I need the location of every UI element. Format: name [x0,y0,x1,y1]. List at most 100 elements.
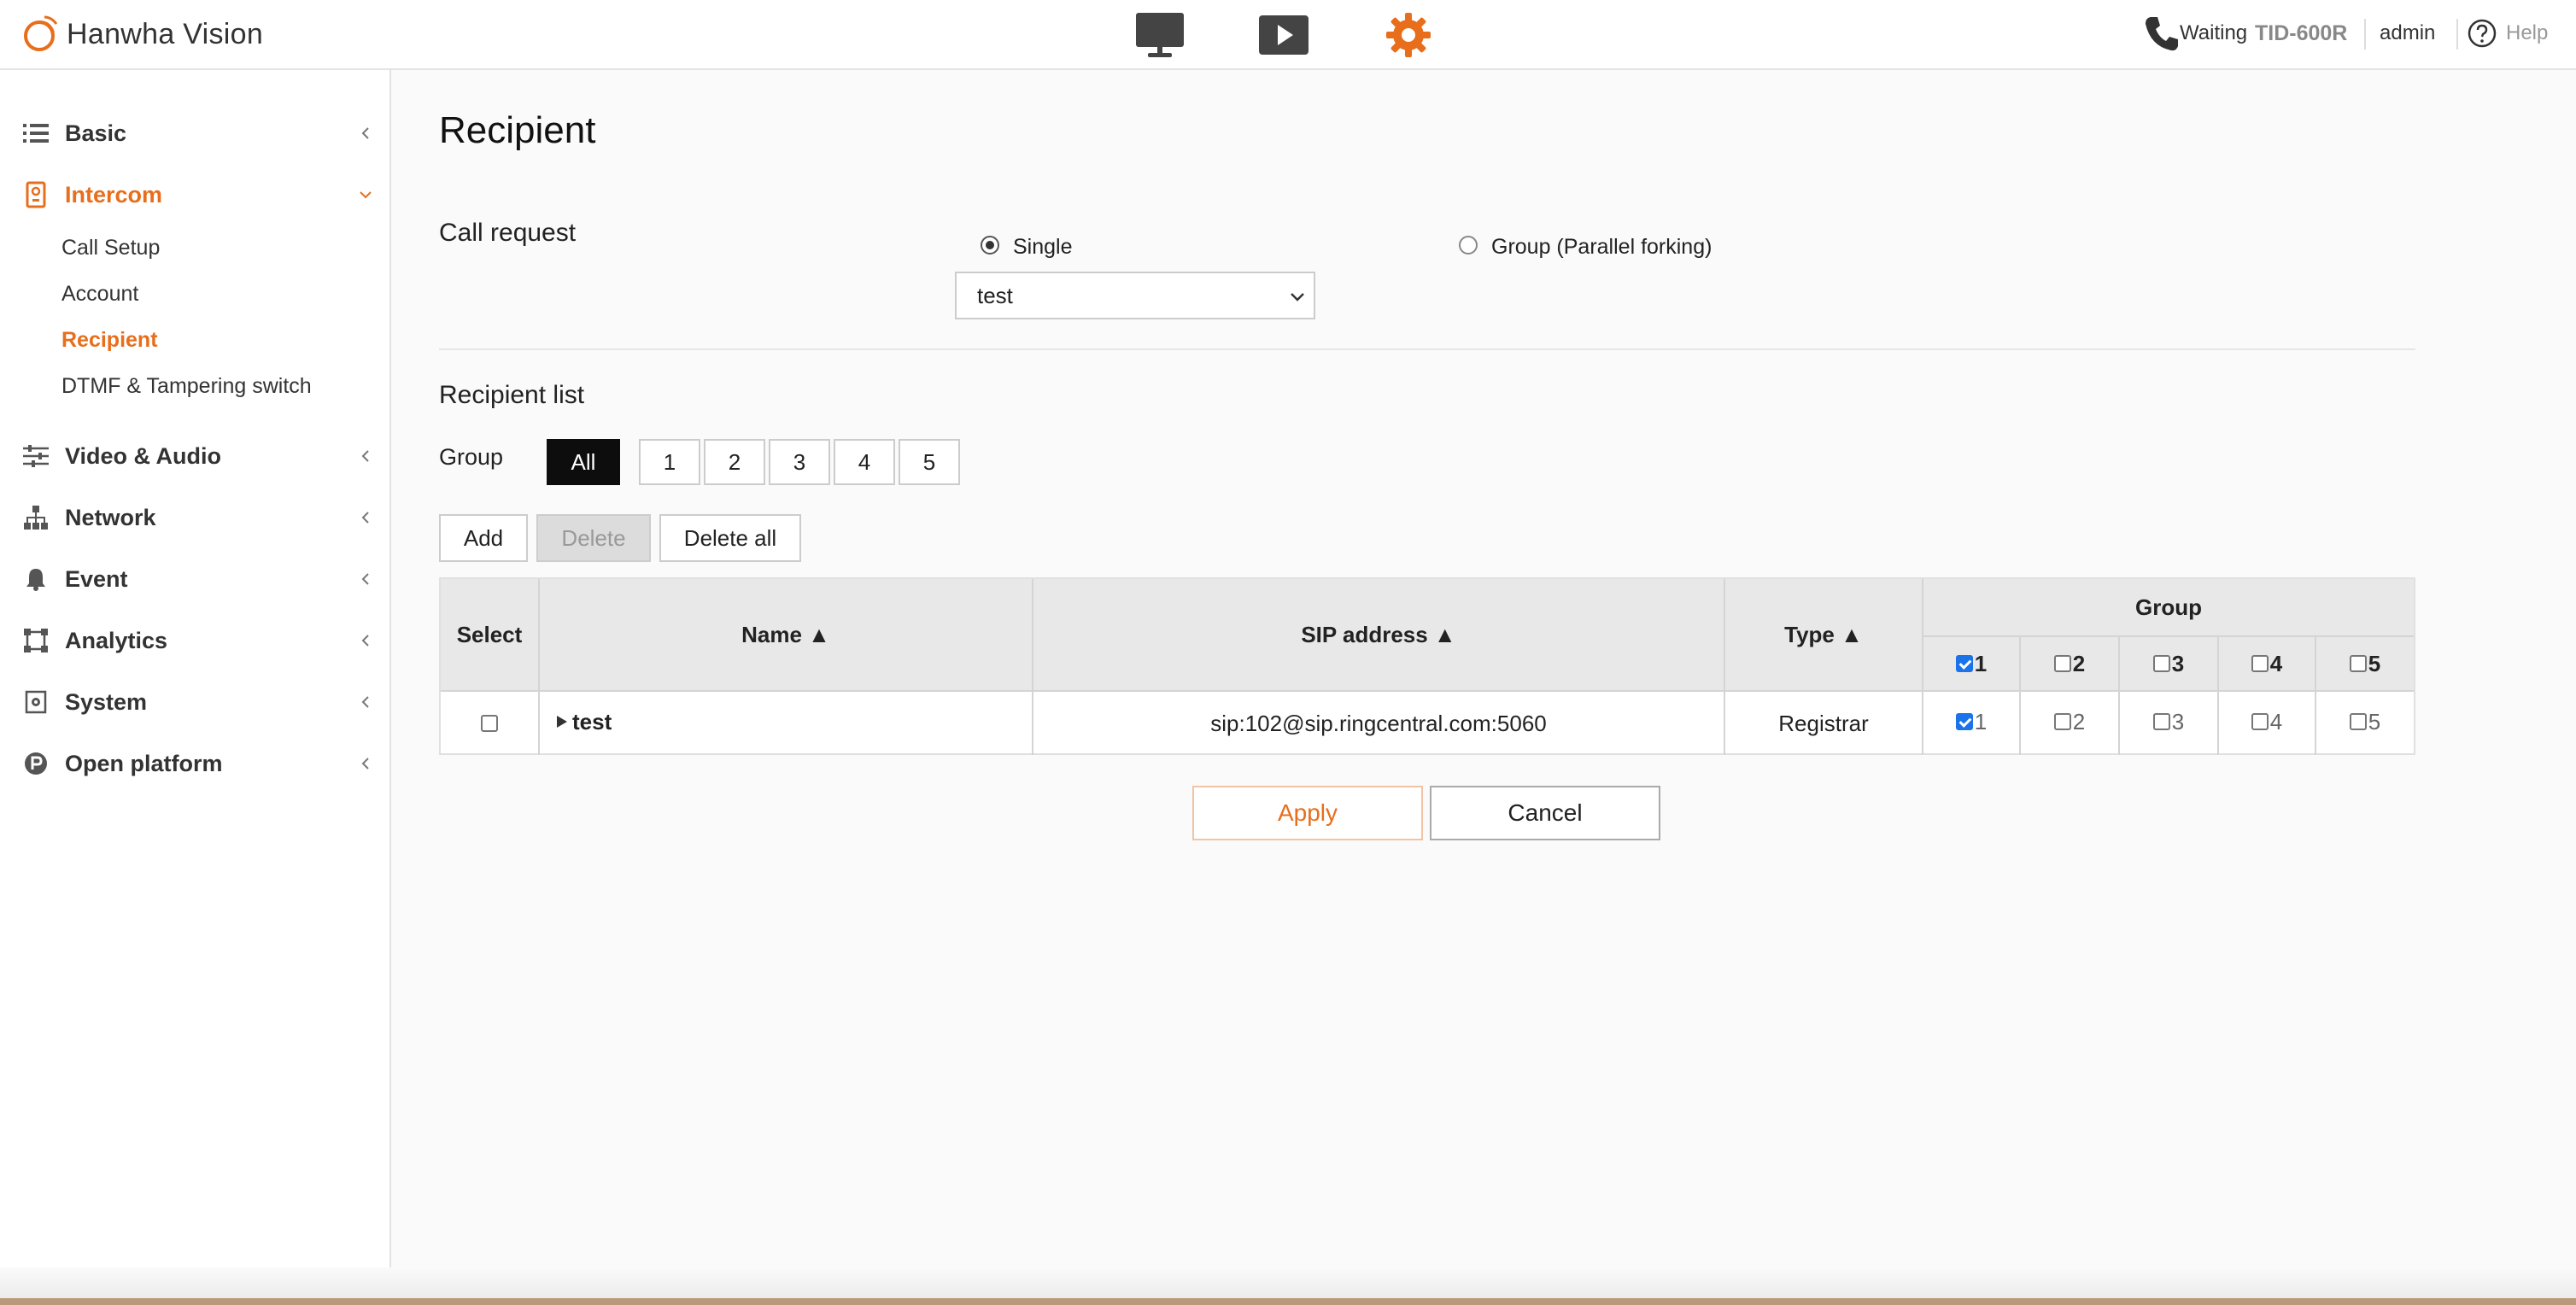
sidebar-item-video-audio[interactable]: Video & Audio [0,430,389,482]
settings-icon [1386,13,1431,57]
chevron-left-icon [361,512,369,524]
row-group-3: 3 [2120,692,2217,752]
group-4-header-checkbox[interactable] [2251,655,2269,672]
group-filter-4[interactable]: 4 [834,439,895,485]
group-header-number: 1 [1974,650,1988,676]
playback-nav-button[interactable] [1257,10,1310,60]
sidebar-item-open-platform[interactable]: Open platform [0,738,389,789]
row-group-2-checkbox[interactable] [2053,713,2071,730]
recipient-select-value: test [977,283,1013,308]
submenu-account[interactable]: Account [61,277,138,311]
row-group-4-checkbox[interactable] [2251,713,2269,730]
sidebar-item-label: Event [65,565,128,592]
row-group-number: 1 [1974,708,1988,734]
monitor-icon [1136,13,1184,57]
group-filter-label: Group [439,444,504,470]
chevron-down-icon [360,191,372,199]
row-group-number: 5 [2368,708,2381,734]
sidebar-item-label: Network [65,504,156,530]
open-platform-icon [22,750,50,777]
group-3-header-checkbox[interactable] [2152,655,2170,672]
recipient-select[interactable]: test [955,272,1315,319]
submenu-dtmf-tampering[interactable]: DTMF & Tampering switch [61,369,312,403]
col-header-name[interactable]: Name ▲ [540,579,1032,690]
page-bottom-bar [0,1298,2576,1305]
monitor-nav-button[interactable] [1133,10,1187,60]
group-header-number: 5 [2368,650,2381,676]
row-group-5: 5 [2316,692,2414,752]
group-header-3: 3 [2120,637,2217,690]
col-header-sip-address[interactable]: SIP address ▲ [1033,579,1724,690]
apply-button[interactable]: Apply [1192,786,1423,840]
sidebar-item-intercom[interactable]: Intercom [0,169,389,220]
group-filter-all[interactable]: All [547,439,620,485]
col-header-type[interactable]: Type ▲ [1725,579,1922,690]
col-header-group: Group [2135,594,2202,620]
page-title: Recipient [439,109,596,151]
sidebar-item-analytics[interactable]: Analytics [0,615,389,666]
cancel-button[interactable]: Cancel [1430,786,1660,840]
radio-group-parallel[interactable] [1459,236,1478,255]
group-header-4: 4 [2219,637,2315,690]
col-header-select: Select [456,621,523,647]
chevron-down-icon [1291,293,1304,301]
sidebar-item-event[interactable]: Event [0,553,389,605]
row-group-3-checkbox[interactable] [2152,713,2170,730]
device-model: TID-600R [2255,20,2348,45]
sidebar: Basic Intercom Call Setup Account Recipi… [0,70,391,1305]
sidebar-item-system[interactable]: System [0,676,389,728]
group-header-2: 2 [2021,637,2118,690]
row-group-5-checkbox[interactable] [2349,713,2367,730]
group-filter-5[interactable]: 5 [899,439,960,485]
group-filter-1[interactable]: 1 [639,439,700,485]
add-button[interactable]: Add [439,514,528,562]
row-sip-address: sip:102@sip.ringcentral.com:5060 [1210,710,1547,736]
network-icon [22,504,50,531]
delete-all-button[interactable]: Delete all [659,514,801,562]
top-header: Hanwha Vision Waiting TID-600R admin Hel… [0,0,2576,70]
row-group-number: 4 [2269,708,2283,734]
group-2-header-checkbox[interactable] [2053,655,2071,672]
radio-single[interactable] [981,236,999,255]
chevron-left-icon [361,696,369,708]
submenu-recipient[interactable]: Recipient [61,323,158,357]
row-group-1-checkbox[interactable] [1955,713,1973,730]
sidebar-item-label: Intercom [65,181,163,208]
expand-triangle-icon [557,716,567,728]
hanwha-logo-icon [24,15,58,51]
group-filter-2[interactable]: 2 [704,439,765,485]
brand-logo[interactable]: Hanwha Vision [22,12,263,56]
group-filter-3[interactable]: 3 [769,439,830,485]
row-group-2: 2 [2021,692,2118,752]
user-name[interactable]: admin [2380,0,2435,67]
sidebar-item-basic[interactable]: Basic [0,108,389,159]
delete-button[interactable]: Delete [536,514,651,562]
recipient-list-label: Recipient list [439,381,585,409]
help-label: Help [2506,21,2549,44]
row-group-1: 1 [1923,692,2019,752]
sidebar-item-label: Analytics [65,627,168,653]
sidebar-item-label: System [65,688,148,715]
row-group-number: 3 [2171,708,2185,734]
system-icon [22,688,50,716]
submenu-call-setup[interactable]: Call Setup [61,231,160,265]
radio-single-label: Single [1013,235,1073,259]
intercom-icon [22,181,50,208]
list-icon [22,120,50,147]
row-select-checkbox[interactable] [481,715,498,732]
group-header-1: 1 [1923,637,2019,690]
call-status: Waiting [2180,21,2248,44]
group-header-5: 5 [2316,637,2414,690]
group-5-header-checkbox[interactable] [2349,655,2367,672]
bell-icon [22,565,50,593]
group-1-header-checkbox[interactable] [1955,655,1973,672]
chevron-left-icon [361,573,369,585]
row-name-cell[interactable]: test [540,692,1032,752]
sidebar-item-network[interactable]: Network [0,492,389,543]
group-header-number: 3 [2171,650,2185,676]
sliders-icon [22,442,50,470]
radio-group-parallel-label: Group (Parallel forking) [1491,235,1712,259]
sidebar-item-label: Video & Audio [65,442,222,469]
help-button[interactable]: Help [2467,0,2548,67]
setup-nav-button[interactable] [1382,10,1435,60]
